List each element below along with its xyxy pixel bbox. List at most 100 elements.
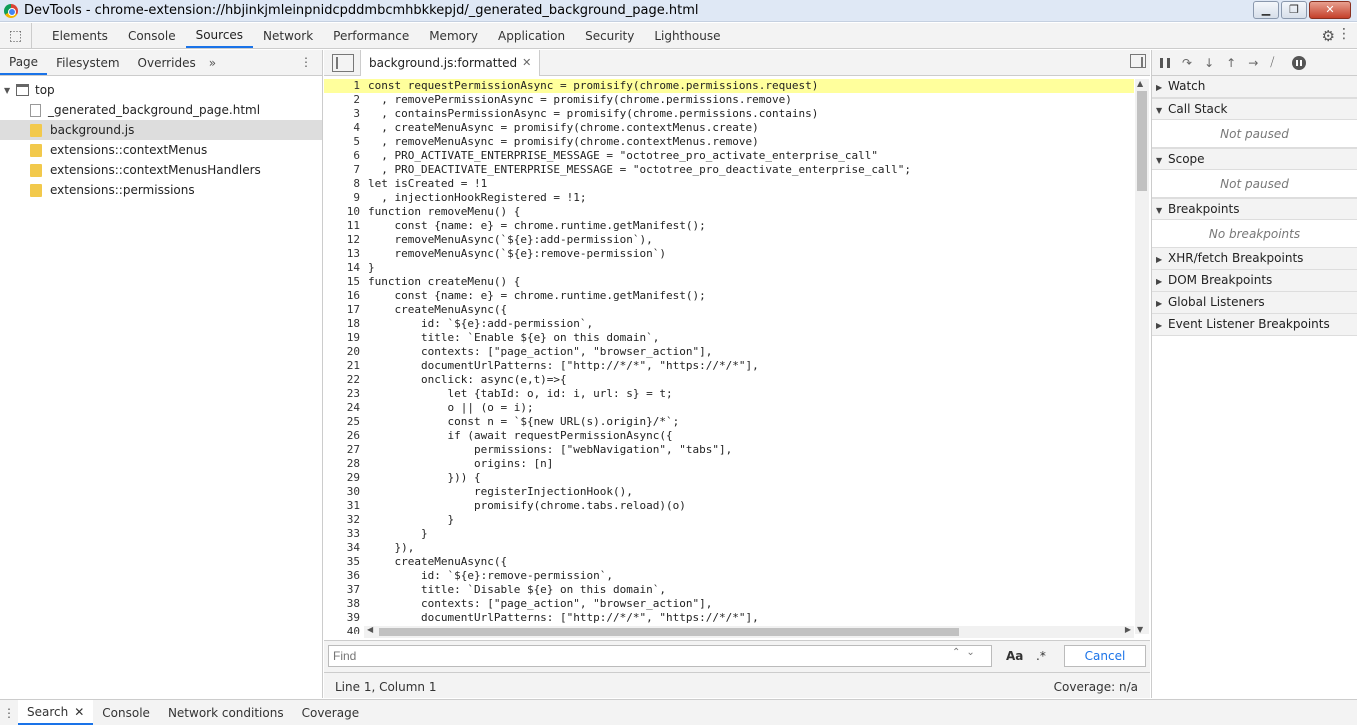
tab-performance[interactable]: Performance: [323, 23, 419, 48]
code-line[interactable]: 29 })) {: [324, 471, 1134, 485]
line-number[interactable]: 8: [324, 177, 364, 191]
code-line[interactable]: 28 origins: [n]: [324, 457, 1134, 471]
code-line[interactable]: 34 }),: [324, 541, 1134, 555]
section-breakpoints[interactable]: ▼ Breakpoints: [1152, 198, 1357, 220]
editor-file-tab[interactable]: background.js:formatted ✕: [360, 49, 541, 76]
line-number[interactable]: 31: [324, 499, 364, 513]
line-number[interactable]: 25: [324, 415, 364, 429]
line-number[interactable]: 35: [324, 555, 364, 569]
tree-node-contextmenushandlers[interactable]: extensions::contextMenusHandlers: [0, 160, 322, 180]
line-number[interactable]: 30: [324, 485, 364, 499]
toggle-navigator-icon[interactable]: [332, 53, 354, 72]
tab-lighthouse[interactable]: Lighthouse: [644, 23, 730, 48]
minimize-button[interactable]: ▁: [1253, 1, 1279, 19]
drawer-tab-coverage[interactable]: Coverage: [293, 700, 369, 725]
line-number[interactable]: 17: [324, 303, 364, 317]
line-number[interactable]: 26: [324, 429, 364, 443]
tree-node-permissions[interactable]: extensions::permissions: [0, 180, 322, 200]
tab-filesystem[interactable]: Filesystem: [47, 50, 128, 75]
vertical-scrollbar[interactable]: ▲ ▼: [1135, 79, 1149, 634]
code-line[interactable]: 26 if (await requestPermissionAsync({: [324, 429, 1134, 443]
tab-security[interactable]: Security: [575, 23, 644, 48]
drawer-menu-icon[interactable]: ⋮: [0, 700, 18, 725]
drawer-tab-console[interactable]: Console: [93, 700, 159, 725]
tree-node-contextmenus[interactable]: extensions::contextMenus: [0, 140, 322, 160]
section-call-stack[interactable]: ▼ Call Stack: [1152, 98, 1357, 120]
section-scope[interactable]: ▼ Scope: [1152, 148, 1357, 170]
settings-gear-icon[interactable]: ⚙: [1322, 27, 1335, 45]
line-number[interactable]: 9: [324, 191, 364, 205]
more-options-icon[interactable]: ⋮: [1337, 26, 1351, 42]
pause-on-exceptions-icon[interactable]: [1292, 55, 1307, 70]
line-number[interactable]: 33: [324, 527, 364, 541]
code-line[interactable]: 21 documentUrlPatterns: ["http://*/*", "…: [324, 359, 1134, 373]
section-xhr-breakpoints[interactable]: ▶ XHR/fetch Breakpoints: [1152, 248, 1357, 270]
scroll-down-icon[interactable]: ▼: [1137, 625, 1143, 634]
line-number[interactable]: 7: [324, 163, 364, 177]
tab-page[interactable]: Page: [0, 50, 48, 75]
line-number[interactable]: 2: [324, 93, 364, 107]
code-line[interactable]: 14}: [324, 261, 1134, 275]
close-button[interactable]: ✕: [1309, 1, 1351, 19]
code-line[interactable]: 9 , injectionHookRegistered = !1;: [324, 191, 1134, 205]
line-number[interactable]: 10: [324, 205, 364, 219]
tab-console[interactable]: Console: [118, 23, 186, 48]
maximize-button[interactable]: ❐: [1281, 1, 1307, 19]
inspect-element-icon[interactable]: ⬚: [0, 23, 32, 48]
step-out-icon[interactable]: ↑: [1226, 56, 1236, 70]
code-line[interactable]: 16 const {name: e} = chrome.runtime.getM…: [324, 289, 1134, 303]
vertical-scroll-thumb[interactable]: [1137, 91, 1147, 191]
code-line[interactable]: 27 permissions: ["webNavigation", "tabs"…: [324, 443, 1134, 457]
drawer-tab-search[interactable]: Search ✕: [18, 700, 94, 725]
tab-network[interactable]: Network: [253, 23, 323, 48]
find-input[interactable]: [328, 645, 992, 667]
scroll-right-icon[interactable]: ▶: [1125, 625, 1131, 634]
find-previous-icon[interactable]: ⌃: [952, 647, 960, 658]
code-line[interactable]: 39 documentUrlPatterns: ["http://*/*", "…: [324, 611, 1134, 625]
code-line[interactable]: 36 id: `${e}:remove-permission`,: [324, 569, 1134, 583]
code-line[interactable]: 1 const requestPermissionAsync = promisif…: [324, 79, 1134, 93]
code-line[interactable]: 13 removeMenuAsync(`${e}:remove-permissi…: [324, 247, 1134, 261]
code-line[interactable]: 19 title: `Enable ${e} on this domain`,: [324, 331, 1134, 345]
line-number[interactable]: 13: [324, 247, 364, 261]
line-number[interactable]: 21: [324, 359, 364, 373]
close-tab-icon[interactable]: ✕: [74, 705, 84, 719]
section-event-listener-breakpoints[interactable]: ▶ Event Listener Breakpoints: [1152, 314, 1357, 336]
line-number[interactable]: 20: [324, 345, 364, 359]
line-number[interactable]: 3: [324, 107, 364, 121]
code-line[interactable]: 11 const {name: e} = chrome.runtime.getM…: [324, 219, 1134, 233]
expand-triangle-icon[interactable]: ▼: [4, 86, 14, 95]
code-line[interactable]: 33 }: [324, 527, 1134, 541]
line-number[interactable]: 38: [324, 597, 364, 611]
section-dom-breakpoints[interactable]: ▶ DOM Breakpoints: [1152, 270, 1357, 292]
code-line[interactable]: 7 , PRO_DEACTIVATE_ENTERPRISE_MESSAGE = …: [324, 163, 1134, 177]
code-line[interactable]: 3 , containsPermissionAsync = promisify(…: [324, 107, 1134, 121]
tree-node-generated-page[interactable]: _generated_background_page.html: [0, 100, 322, 120]
pause-icon[interactable]: [1160, 57, 1170, 68]
code-line[interactable]: 18 id: `${e}:add-permission`,: [324, 317, 1134, 331]
line-number[interactable]: 19: [324, 331, 364, 345]
tab-overrides[interactable]: Overrides: [129, 50, 205, 75]
navigator-menu-icon[interactable]: ⋮: [300, 55, 312, 69]
scroll-up-icon[interactable]: ▲: [1137, 79, 1143, 88]
code-line[interactable]: 8 let isCreated = !1: [324, 177, 1134, 191]
tab-sources[interactable]: Sources: [185, 23, 254, 48]
line-number[interactable]: 28: [324, 457, 364, 471]
close-tab-icon[interactable]: ✕: [522, 56, 531, 69]
code-line[interactable]: 6 , PRO_ACTIVATE_ENTERPRISE_MESSAGE = "o…: [324, 149, 1134, 163]
step-over-icon[interactable]: ↷: [1182, 56, 1192, 70]
code-line[interactable]: 38 contexts: ["page_action", "browser_ac…: [324, 597, 1134, 611]
cancel-button[interactable]: Cancel: [1064, 645, 1146, 667]
line-number[interactable]: 39: [324, 611, 364, 625]
line-number[interactable]: 22: [324, 373, 364, 387]
code-line[interactable]: 4 , createMenuAsync = promisify(chrome.c…: [324, 121, 1134, 135]
match-case-toggle[interactable]: Aa: [1006, 649, 1023, 663]
code-line[interactable]: 32 }: [324, 513, 1134, 527]
code-line[interactable]: 2 , removePermissionAsync = promisify(ch…: [324, 93, 1134, 107]
tab-memory[interactable]: Memory: [419, 23, 488, 48]
tab-application[interactable]: Application: [488, 23, 575, 48]
code-line[interactable]: 20 contexts: ["page_action", "browser_ac…: [324, 345, 1134, 359]
horizontal-scroll-thumb[interactable]: [379, 628, 959, 636]
toggle-debugger-icon[interactable]: [1130, 54, 1146, 68]
code-line[interactable]: 30 registerInjectionHook(),: [324, 485, 1134, 499]
